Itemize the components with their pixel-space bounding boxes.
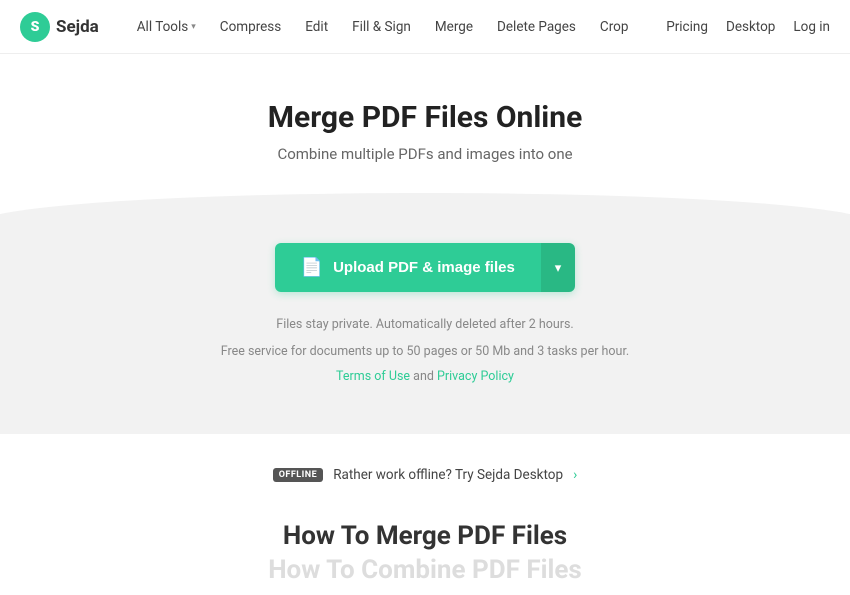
offline-badge: OFFLINE bbox=[273, 468, 324, 482]
nav-edit[interactable]: Edit bbox=[295, 13, 338, 41]
info-links: Terms of Use and Privacy Policy bbox=[20, 369, 830, 384]
upload-section: 📄 Upload PDF & image files ▾ Files stay … bbox=[0, 193, 850, 434]
terms-link[interactable]: Terms of Use bbox=[336, 369, 410, 384]
howto-title: How To Merge PDF Files bbox=[20, 521, 830, 551]
logo-link[interactable]: S Sejda bbox=[20, 12, 99, 42]
nav-pricing[interactable]: Pricing bbox=[666, 19, 708, 35]
nav-crop[interactable]: Crop bbox=[590, 13, 639, 41]
nav-links: All Tools ▾ Compress Edit Fill & Sign Me… bbox=[127, 13, 666, 41]
arrow-icon: › bbox=[573, 467, 577, 483]
chevron-down-icon: ▾ bbox=[555, 260, 562, 276]
upload-icon: 📄 bbox=[301, 257, 323, 278]
upload-dropdown-button[interactable]: ▾ bbox=[541, 243, 576, 292]
nav-compress[interactable]: Compress bbox=[210, 13, 291, 41]
logo-text: Sejda bbox=[56, 17, 99, 37]
hero-section: Merge PDF Files Online Combine multiple … bbox=[0, 54, 850, 163]
and-text: and bbox=[413, 369, 437, 384]
offline-banner-link[interactable]: OFFLINE Rather work offline? Try Sejda D… bbox=[273, 467, 578, 483]
nav-all-tools[interactable]: All Tools ▾ bbox=[127, 13, 206, 41]
info-line1: Files stay private. Automatically delete… bbox=[20, 314, 830, 335]
page-subtitle: Combine multiple PDFs and images into on… bbox=[20, 145, 830, 163]
nav-fill-sign[interactable]: Fill & Sign bbox=[342, 13, 421, 41]
nav-merge[interactable]: Merge bbox=[425, 13, 483, 41]
nav-login[interactable]: Log in bbox=[793, 19, 830, 35]
privacy-link[interactable]: Privacy Policy bbox=[437, 369, 514, 384]
wave-content: 📄 Upload PDF & image files ▾ Files stay … bbox=[20, 243, 830, 384]
logo-icon: S bbox=[20, 12, 50, 42]
upload-button[interactable]: 📄 Upload PDF & image files bbox=[275, 243, 541, 292]
offline-section: OFFLINE Rather work offline? Try Sejda D… bbox=[0, 434, 850, 503]
nav-delete-pages[interactable]: Delete Pages bbox=[487, 13, 586, 41]
info-line2: Free service for documents up to 50 page… bbox=[20, 341, 830, 362]
page-title: Merge PDF Files Online bbox=[20, 100, 830, 135]
howto-subtitle: How To Combine PDF Files bbox=[20, 555, 830, 585]
upload-button-group: 📄 Upload PDF & image files ▾ bbox=[275, 243, 576, 292]
chevron-down-icon: ▾ bbox=[191, 22, 196, 32]
howto-section: How To Merge PDF Files How To Combine PD… bbox=[0, 503, 850, 595]
nav-desktop[interactable]: Desktop bbox=[726, 19, 775, 35]
offline-text: Rather work offline? Try Sejda Desktop bbox=[333, 467, 563, 483]
nav-right: Pricing Desktop Log in bbox=[666, 19, 830, 35]
navbar: S Sejda All Tools ▾ Compress Edit Fill &… bbox=[0, 0, 850, 54]
